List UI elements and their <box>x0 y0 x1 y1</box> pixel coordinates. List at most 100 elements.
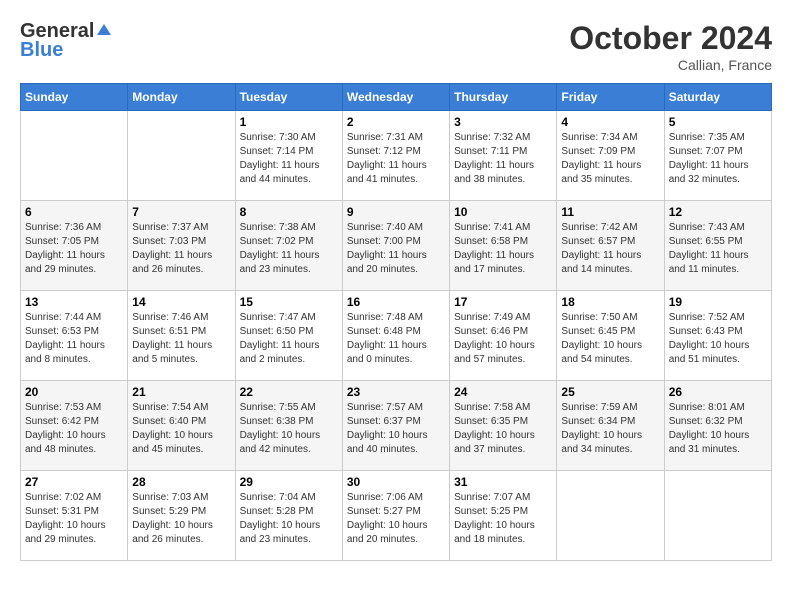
day-number: 29 <box>240 475 338 489</box>
calendar-cell: 26 Sunrise: 8:01 AMSunset: 6:32 PMDayligh… <box>664 381 771 471</box>
calendar-cell: 25 Sunrise: 7:59 AMSunset: 6:34 PMDayligh… <box>557 381 664 471</box>
calendar-cell: 21 Sunrise: 7:54 AMSunset: 6:40 PMDayligh… <box>128 381 235 471</box>
day-info: Sunrise: 7:37 AMSunset: 7:03 PMDaylight:… <box>132 221 230 277</box>
day-info: Sunrise: 7:31 AMSunset: 7:12 PMDaylight:… <box>347 131 445 187</box>
calendar-cell: 8 Sunrise: 7:38 AMSunset: 7:02 PMDaylight… <box>235 201 342 291</box>
month-title: October 2024 <box>569 20 772 57</box>
calendar-cell: 19 Sunrise: 7:52 AMSunset: 6:43 PMDayligh… <box>664 291 771 381</box>
calendar-week-row: 6 Sunrise: 7:36 AMSunset: 7:05 PMDaylight… <box>21 201 772 291</box>
page-header: General Blue October 2024 Callian, Franc… <box>20 20 772 73</box>
day-info: Sunrise: 7:06 AMSunset: 5:27 PMDaylight:… <box>347 491 445 547</box>
day-number: 1 <box>240 115 338 129</box>
calendar-cell: 3 Sunrise: 7:32 AMSunset: 7:11 PMDaylight… <box>450 111 557 201</box>
calendar-cell: 4 Sunrise: 7:34 AMSunset: 7:09 PMDaylight… <box>557 111 664 201</box>
calendar-cell: 30 Sunrise: 7:06 AMSunset: 5:27 PMDayligh… <box>342 471 449 561</box>
day-info: Sunrise: 7:54 AMSunset: 6:40 PMDaylight:… <box>132 401 230 457</box>
day-number: 30 <box>347 475 445 489</box>
day-number: 25 <box>561 385 659 399</box>
calendar-cell: 20Sunrise: 7:53 AMSunset: 6:42 PMDayligh… <box>21 381 128 471</box>
day-info: Sunrise: 8:01 AMSunset: 6:32 PMDaylight:… <box>669 401 767 457</box>
day-info: Sunrise: 7:44 AMSunset: 6:53 PMDaylight:… <box>25 311 123 367</box>
day-info: Sunrise: 7:36 AMSunset: 7:05 PMDaylight:… <box>25 221 123 277</box>
day-number: 10 <box>454 205 552 219</box>
day-info: Sunrise: 7:02 AMSunset: 5:31 PMDaylight:… <box>25 491 123 547</box>
calendar-cell: 28Sunrise: 7:03 AMSunset: 5:29 PMDayligh… <box>128 471 235 561</box>
calendar-cell: 10Sunrise: 7:41 AMSunset: 6:58 PMDayligh… <box>450 201 557 291</box>
calendar-cell <box>128 111 235 201</box>
day-info: Sunrise: 7:34 AMSunset: 7:09 PMDaylight:… <box>561 131 659 187</box>
calendar-cell: 29Sunrise: 7:04 AMSunset: 5:28 PMDayligh… <box>235 471 342 561</box>
day-number: 11 <box>561 205 659 219</box>
day-number: 31 <box>454 475 552 489</box>
calendar-cell: 2Sunrise: 7:31 AMSunset: 7:12 PMDaylight… <box>342 111 449 201</box>
calendar-cell: 27 Sunrise: 7:02 AMSunset: 5:31 PMDayligh… <box>21 471 128 561</box>
day-info: Sunrise: 7:32 AMSunset: 7:11 PMDaylight:… <box>454 131 552 187</box>
calendar-cell: 17 Sunrise: 7:49 AMSunset: 6:46 PMDayligh… <box>450 291 557 381</box>
day-info: Sunrise: 7:49 AMSunset: 6:46 PMDaylight:… <box>454 311 552 367</box>
calendar-cell: 16Sunrise: 7:48 AMSunset: 6:48 PMDayligh… <box>342 291 449 381</box>
logo-blue-text: Blue <box>20 39 63 62</box>
day-number: 12 <box>669 205 767 219</box>
column-header-monday: Monday <box>128 84 235 111</box>
calendar-cell: 6 Sunrise: 7:36 AMSunset: 7:05 PMDaylight… <box>21 201 128 291</box>
day-info: Sunrise: 7:40 AMSunset: 7:00 PMDaylight:… <box>347 221 445 277</box>
calendar-cell: 31 Sunrise: 7:07 AMSunset: 5:25 PMDayligh… <box>450 471 557 561</box>
day-info: Sunrise: 7:07 AMSunset: 5:25 PMDaylight:… <box>454 491 552 547</box>
day-number: 14 <box>132 295 230 309</box>
calendar-cell <box>557 471 664 561</box>
logo: General Blue <box>20 20 111 62</box>
day-number: 28 <box>132 475 230 489</box>
day-number: 17 <box>454 295 552 309</box>
day-number: 22 <box>240 385 338 399</box>
calendar-cell: 11 Sunrise: 7:42 AMSunset: 6:57 PMDayligh… <box>557 201 664 291</box>
day-number: 23 <box>347 385 445 399</box>
day-info: Sunrise: 7:43 AMSunset: 6:55 PMDaylight:… <box>669 221 767 277</box>
day-number: 26 <box>669 385 767 399</box>
day-number: 19 <box>669 295 767 309</box>
column-header-saturday: Saturday <box>664 84 771 111</box>
day-info: Sunrise: 7:30 AMSunset: 7:14 PMDaylight:… <box>240 131 338 187</box>
calendar-cell: 13 Sunrise: 7:44 AMSunset: 6:53 PMDayligh… <box>21 291 128 381</box>
day-number: 4 <box>561 115 659 129</box>
day-number: 8 <box>240 205 338 219</box>
day-number: 5 <box>669 115 767 129</box>
day-info: Sunrise: 7:57 AMSunset: 6:37 PMDaylight:… <box>347 401 445 457</box>
calendar-cell: 15Sunrise: 7:47 AMSunset: 6:50 PMDayligh… <box>235 291 342 381</box>
calendar-cell: 9 Sunrise: 7:40 AMSunset: 7:00 PMDaylight… <box>342 201 449 291</box>
column-header-sunday: Sunday <box>21 84 128 111</box>
day-info: Sunrise: 7:52 AMSunset: 6:43 PMDaylight:… <box>669 311 767 367</box>
day-number: 20 <box>25 385 123 399</box>
day-info: Sunrise: 7:55 AMSunset: 6:38 PMDaylight:… <box>240 401 338 457</box>
title-area: October 2024 Callian, France <box>569 20 772 73</box>
calendar-header-row: SundayMondayTuesdayWednesdayThursdayFrid… <box>21 84 772 111</box>
day-info: Sunrise: 7:38 AMSunset: 7:02 PMDaylight:… <box>240 221 338 277</box>
day-number: 9 <box>347 205 445 219</box>
calendar-cell: 1 Sunrise: 7:30 AMSunset: 7:14 PMDaylight… <box>235 111 342 201</box>
calendar-cell: 14Sunrise: 7:46 AMSunset: 6:51 PMDayligh… <box>128 291 235 381</box>
calendar-cell: 12 Sunrise: 7:43 AMSunset: 6:55 PMDayligh… <box>664 201 771 291</box>
calendar-table: SundayMondayTuesdayWednesdayThursdayFrid… <box>20 83 772 561</box>
day-info: Sunrise: 7:35 AMSunset: 7:07 PMDaylight:… <box>669 131 767 187</box>
day-number: 6 <box>25 205 123 219</box>
day-info: Sunrise: 7:59 AMSunset: 6:34 PMDaylight:… <box>561 401 659 457</box>
calendar-cell: 18 Sunrise: 7:50 AMSunset: 6:45 PMDayligh… <box>557 291 664 381</box>
day-number: 21 <box>132 385 230 399</box>
calendar-week-row: 20Sunrise: 7:53 AMSunset: 6:42 PMDayligh… <box>21 381 772 471</box>
calendar-cell: 23 Sunrise: 7:57 AMSunset: 6:37 PMDayligh… <box>342 381 449 471</box>
day-number: 3 <box>454 115 552 129</box>
column-header-friday: Friday <box>557 84 664 111</box>
day-info: Sunrise: 7:48 AMSunset: 6:48 PMDaylight:… <box>347 311 445 367</box>
location: Callian, France <box>569 57 772 73</box>
day-info: Sunrise: 7:50 AMSunset: 6:45 PMDaylight:… <box>561 311 659 367</box>
calendar-cell <box>664 471 771 561</box>
day-info: Sunrise: 7:42 AMSunset: 6:57 PMDaylight:… <box>561 221 659 277</box>
calendar-cell: 5 Sunrise: 7:35 AMSunset: 7:07 PMDaylight… <box>664 111 771 201</box>
day-number: 15 <box>240 295 338 309</box>
day-info: Sunrise: 7:58 AMSunset: 6:35 PMDaylight:… <box>454 401 552 457</box>
calendar-week-row: 13 Sunrise: 7:44 AMSunset: 6:53 PMDayligh… <box>21 291 772 381</box>
day-number: 27 <box>25 475 123 489</box>
day-number: 18 <box>561 295 659 309</box>
day-number: 13 <box>25 295 123 309</box>
column-header-wednesday: Wednesday <box>342 84 449 111</box>
column-header-tuesday: Tuesday <box>235 84 342 111</box>
